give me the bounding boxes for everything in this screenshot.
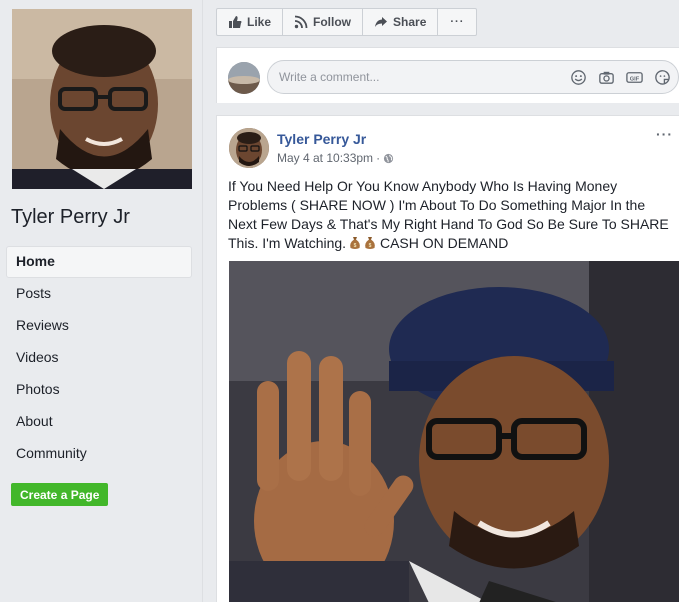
author-avatar-image: [229, 128, 269, 168]
nav-item-photos[interactable]: Photos: [6, 374, 192, 406]
post-meta: May 4 at 10:33pm ·: [277, 151, 394, 165]
post-author-avatar[interactable]: [229, 128, 269, 168]
follow-label: Follow: [313, 15, 352, 29]
user-avatar[interactable]: [228, 62, 260, 94]
post-card: Tyler Perry Jr May 4 at 10:33pm · ··· If…: [216, 115, 679, 602]
nav-item-reviews[interactable]: Reviews: [6, 310, 192, 342]
like-label: Like: [247, 15, 272, 29]
nav-item-about[interactable]: About: [6, 406, 192, 438]
post-timestamp[interactable]: May 4 at 10:33pm: [277, 151, 373, 165]
nav-item-community[interactable]: Community: [6, 438, 192, 470]
nav-item-videos[interactable]: Videos: [6, 342, 192, 374]
sticker-icon[interactable]: [653, 68, 672, 87]
camera-icon[interactable]: [597, 68, 616, 87]
page-title[interactable]: Tyler Perry Jr: [11, 206, 130, 229]
emoji-icon[interactable]: [569, 68, 588, 87]
create-page-button[interactable]: Create a Page: [11, 483, 109, 506]
page-nav: Home Posts Reviews Videos Photos About C…: [6, 246, 192, 470]
share-button[interactable]: Share: [362, 8, 439, 36]
more-options-button[interactable]: ···: [437, 8, 478, 36]
post-author-name[interactable]: Tyler Perry Jr: [277, 131, 366, 147]
page-action-bar: Like Follow Share ···: [216, 8, 478, 36]
comment-tools: GIF: [569, 68, 672, 87]
gif-label: GIF: [630, 76, 640, 82]
gif-icon[interactable]: GIF: [625, 68, 644, 87]
post-text-tail: CASH ON DEMAND: [376, 235, 509, 251]
like-button[interactable]: Like: [216, 8, 284, 36]
post-body: If You Need Help Or You Know Anybody Who…: [228, 177, 674, 253]
profile-picture[interactable]: [12, 9, 192, 189]
comment-composer: Write a comment... GIF: [216, 47, 679, 103]
post-photo[interactable]: [229, 261, 679, 602]
share-label: Share: [393, 15, 427, 29]
follow-button[interactable]: Follow: [282, 8, 364, 36]
profile-photo-image: [12, 9, 192, 189]
svg-text:$: $: [354, 243, 357, 249]
comment-placeholder: Write a comment...: [279, 70, 380, 84]
comment-input[interactable]: Write a comment... GIF: [267, 60, 679, 94]
left-sidebar: Tyler Perry Jr Home Posts Reviews Videos…: [0, 0, 203, 602]
thumbs-up-icon: [229, 16, 242, 28]
nav-item-home[interactable]: Home: [6, 246, 192, 278]
rss-icon: [294, 15, 308, 29]
meta-separator: ·: [376, 151, 381, 165]
svg-text:$: $: [369, 243, 372, 249]
money-bag-icon: $: [350, 237, 360, 249]
money-bag-icon: $: [365, 237, 375, 249]
more-icon: ···: [450, 16, 465, 28]
post-options-button[interactable]: ···: [656, 126, 673, 142]
share-arrow-icon: [375, 17, 388, 27]
user-avatar-image: [228, 62, 260, 94]
post-photo-image: [229, 261, 679, 602]
nav-item-posts[interactable]: Posts: [6, 278, 192, 310]
globe-icon[interactable]: [383, 153, 394, 164]
